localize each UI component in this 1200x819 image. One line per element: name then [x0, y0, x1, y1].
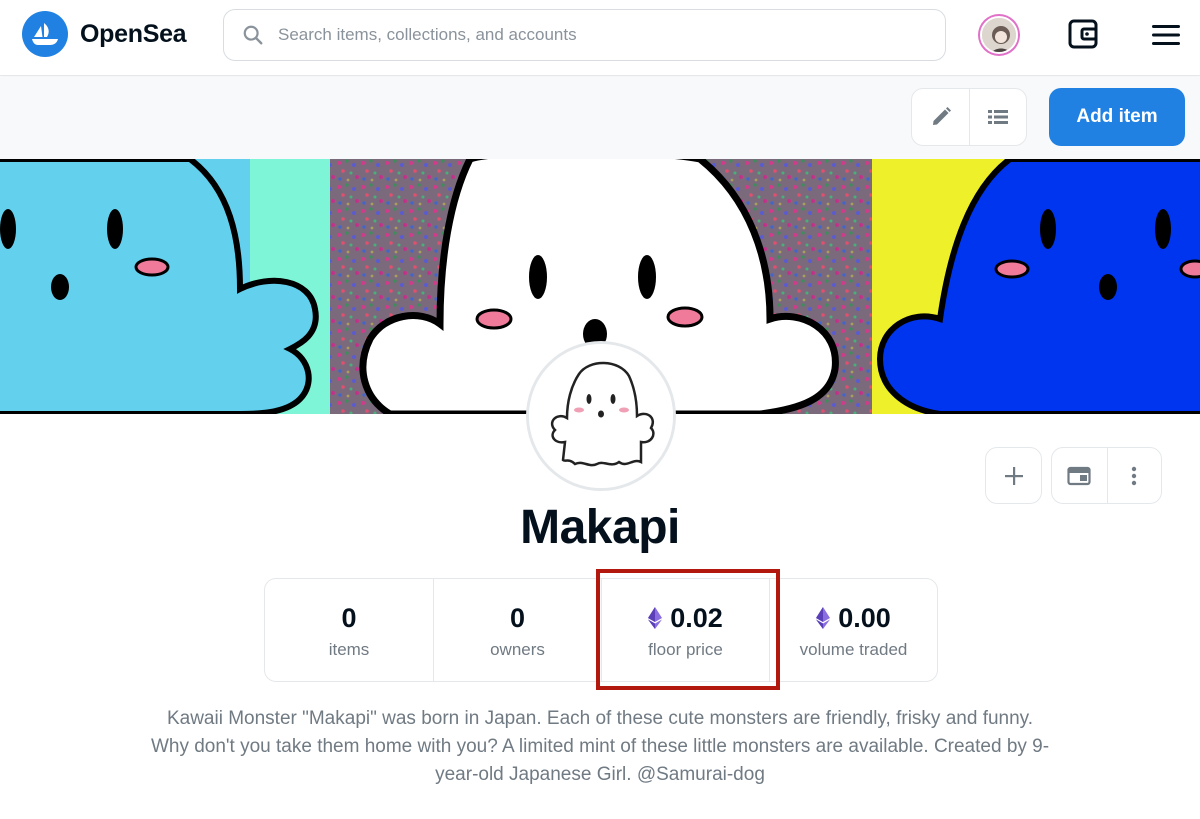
- stat-value: 0.00: [816, 600, 891, 636]
- wallet-icon[interactable]: [1066, 17, 1100, 51]
- more-options-button[interactable]: [1106, 448, 1162, 503]
- stat-number: 0: [341, 602, 357, 633]
- collection-toolbar: Add item: [0, 77, 1200, 159]
- collection-description: Kawaii Monster "Makapi" was born in Japa…: [150, 708, 1050, 785]
- collection-title: Makapi: [520, 501, 680, 554]
- pencil-icon: [932, 107, 951, 125]
- eth-icon: [648, 607, 663, 629]
- embed-button[interactable]: [1052, 448, 1107, 503]
- stat-value: 0: [510, 600, 525, 636]
- stat-label: owners: [490, 640, 545, 659]
- edit-actions-group: [911, 88, 1027, 146]
- add-button[interactable]: [985, 447, 1042, 504]
- collection-stats: 0 items 0 owners 0.02 floor price 0.00 v…: [264, 578, 938, 682]
- stat-items[interactable]: 0 items: [265, 579, 433, 681]
- list-icon: [988, 110, 1008, 124]
- stat-number: 0.00: [838, 602, 891, 633]
- top-nav: OpenSea: [0, 0, 1200, 76]
- search-input[interactable]: [278, 25, 878, 45]
- edit-button[interactable]: [912, 89, 969, 145]
- opensea-logo-icon: [22, 11, 68, 57]
- search-bar[interactable]: [223, 9, 946, 61]
- stat-label: volume traded: [799, 640, 908, 659]
- stat-value: 0: [341, 600, 356, 636]
- stat-number: 0.02: [670, 602, 723, 633]
- embed-icon: [1067, 466, 1091, 485]
- stat-floor-price[interactable]: 0.02 floor price: [601, 579, 769, 681]
- menu-icon[interactable]: [1150, 22, 1182, 48]
- stat-number: 0: [509, 602, 526, 633]
- search-icon: [243, 25, 263, 45]
- stat-value: 0.02: [648, 600, 723, 636]
- collection-avatar: [526, 341, 676, 491]
- opensea-logo[interactable]: OpenSea: [22, 11, 187, 57]
- stat-label: items: [328, 640, 370, 659]
- more-vertical-icon: [1132, 466, 1137, 485]
- stat-label: floor price: [648, 640, 723, 659]
- eth-icon: [816, 607, 831, 629]
- stat-owners[interactable]: 0 owners: [433, 579, 601, 681]
- collection-actions-group: [1051, 447, 1162, 504]
- brand-name: OpenSea: [80, 19, 187, 48]
- add-item-button[interactable]: Add item: [1049, 88, 1185, 146]
- stat-volume-traded[interactable]: 0.00 volume traded: [769, 579, 937, 681]
- plus-icon: [1004, 466, 1023, 485]
- manage-list-button[interactable]: [969, 89, 1026, 145]
- user-avatar[interactable]: [980, 16, 1018, 54]
